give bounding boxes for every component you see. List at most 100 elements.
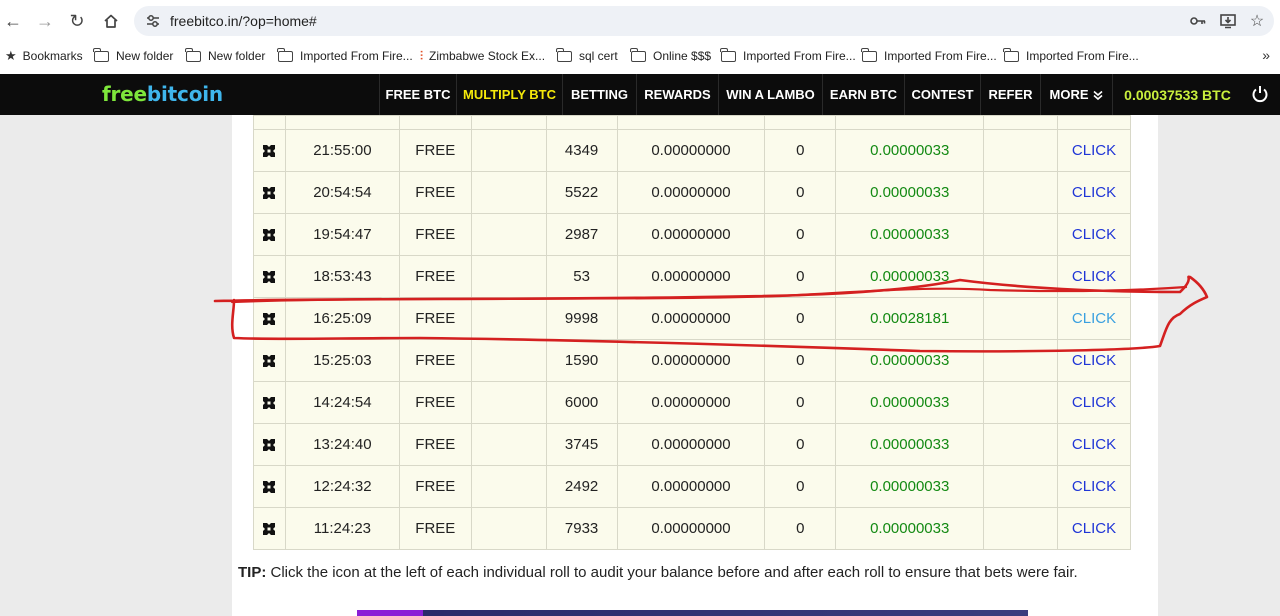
star-icon: ★ [5,48,17,63]
audit-cell[interactable] [253,255,286,298]
bet-amount: 0 [764,465,837,508]
audit-cell[interactable] [253,339,286,382]
bookmark-folder[interactable]: Online $$$ [630,47,711,65]
roll-type: FREE [398,339,472,382]
folder-icon [277,47,293,62]
verify-click-link[interactable]: CLICK [1056,213,1132,256]
site-logo[interactable]: freebitcoin [102,82,223,106]
bookmark-folder[interactable]: New folder [185,47,265,65]
nav-contest[interactable]: CONTEST [904,74,980,115]
roll-time: 13:24:40 [284,423,400,466]
roll-number: 7933 [545,507,618,550]
verify-click-link[interactable]: CLICK [1056,507,1132,550]
audit-cell[interactable] [253,171,286,214]
balance-before: 0.00000000 [616,255,766,298]
password-key-icon[interactable] [1188,11,1208,31]
nav-rewards[interactable]: REWARDS [636,74,718,115]
roll-type: FREE [398,129,472,172]
audit-cell[interactable] [253,129,286,172]
verify-click-link[interactable]: CLICK [1056,297,1132,340]
audit-icon[interactable] [262,438,276,452]
empty-cell [983,339,1058,382]
audit-icon[interactable] [262,312,276,326]
nav-more[interactable]: MORE [1040,74,1112,115]
table-row: 15:25:03 FREE 1590 0.00000000 0 0.000000… [253,339,1132,382]
roll-number: 3745 [545,423,618,466]
balance-before: 0.00000000 [616,129,766,172]
bookmark-star-icon[interactable]: ☆ [1247,11,1267,31]
empty-cell [983,297,1058,340]
roll-number: 4349 [545,129,618,172]
chart-icon: ⫶ [420,48,424,63]
table-row: 18:53:43 FREE 53 0.00000000 0 0.00000033… [253,255,1132,298]
audit-icon[interactable] [262,270,276,284]
verify-click-link[interactable]: CLICK [1056,381,1132,424]
audit-tip: TIP: Click the icon at the left of each … [238,564,1078,581]
bookmark-folder[interactable]: Imported From Fire... [277,47,413,65]
address-bar[interactable]: freebitco.in/?op=home# ☆ [134,6,1274,36]
audit-cell[interactable] [253,423,286,466]
audit-icon[interactable] [262,522,276,536]
audit-icon[interactable] [262,228,276,242]
back-arrow-icon[interactable]: ← [0,8,26,34]
nav-betting[interactable]: BETTING [562,74,636,115]
account-balance: 0.00037533 BTC [1112,74,1242,115]
roll-type: FREE [398,213,472,256]
table-row: 16:25:09 FREE 9998 0.00000000 0 0.000281… [253,297,1132,340]
bookmark-link[interactable]: ⫶ Zimbabwe Stock Ex... [420,47,545,65]
nav-earn-btc[interactable]: EARN BTC [822,74,904,115]
audit-icon[interactable] [262,480,276,494]
roll-time: 20:54:54 [284,171,400,214]
audit-icon[interactable] [262,354,276,368]
empty-cell [470,171,547,214]
nav-refer[interactable]: REFER [980,74,1040,115]
audit-icon[interactable] [262,144,276,158]
nav-free-btc[interactable]: FREE BTC [379,74,456,115]
balance-before: 0.00000000 [616,339,766,382]
site-settings-icon[interactable] [144,12,162,30]
folder-icon [556,47,572,62]
bookmarks-menu[interactable]: ★ Bookmarks [5,47,83,65]
bet-amount: 0 [764,255,837,298]
audit-cell[interactable] [253,297,286,340]
more-bookmarks-icon[interactable]: » [1262,47,1270,63]
win-amount: 0.00000033 [835,465,985,508]
balance-before: 0.00000000 [616,381,766,424]
audit-icon[interactable] [262,396,276,410]
bookmark-folder[interactable]: Imported From Fire... [861,47,997,65]
audit-cell[interactable] [253,507,286,550]
bookmark-folder[interactable]: Imported From Fire... [1003,47,1139,65]
nav-win-a-lambo[interactable]: WIN A LAMBO [718,74,822,115]
promo-banner[interactable] [357,610,1028,616]
home-icon[interactable] [98,8,124,34]
bookmark-folder[interactable]: New folder [93,47,173,65]
roll-time: 21:55:00 [284,129,400,172]
verify-click-link[interactable]: CLICK [1056,339,1132,382]
empty-cell [983,129,1058,172]
folder-icon [861,47,877,62]
nav-multiply-btc[interactable]: MULTIPLY BTC [456,74,562,115]
empty-cell [470,255,547,298]
bookmark-folder[interactable]: Imported From Fire... [720,47,856,65]
verify-click-link[interactable]: CLICK [1056,129,1132,172]
verify-click-link[interactable]: CLICK [1056,465,1132,508]
roll-time: 18:53:43 [284,255,400,298]
audit-cell[interactable] [253,465,286,508]
table-row: 14:24:54 FREE 6000 0.00000000 0 0.000000… [253,381,1132,424]
audit-cell[interactable] [253,381,286,424]
url-text[interactable]: freebitco.in/?op=home# [170,13,317,29]
verify-click-link[interactable]: CLICK [1056,255,1132,298]
install-app-icon[interactable] [1218,11,1238,31]
empty-cell [983,381,1058,424]
roll-number: 6000 [545,381,618,424]
verify-click-link[interactable]: CLICK [1056,171,1132,214]
verify-click-link[interactable]: CLICK [1056,423,1132,466]
bookmark-folder[interactable]: sql cert [556,47,618,65]
audit-icon[interactable] [262,186,276,200]
empty-cell [983,255,1058,298]
folder-icon [1003,47,1019,62]
power-icon[interactable] [1250,84,1270,104]
audit-cell[interactable] [253,213,286,256]
forward-arrow-icon[interactable]: → [32,8,58,34]
reload-icon[interactable]: ↻ [64,8,90,34]
